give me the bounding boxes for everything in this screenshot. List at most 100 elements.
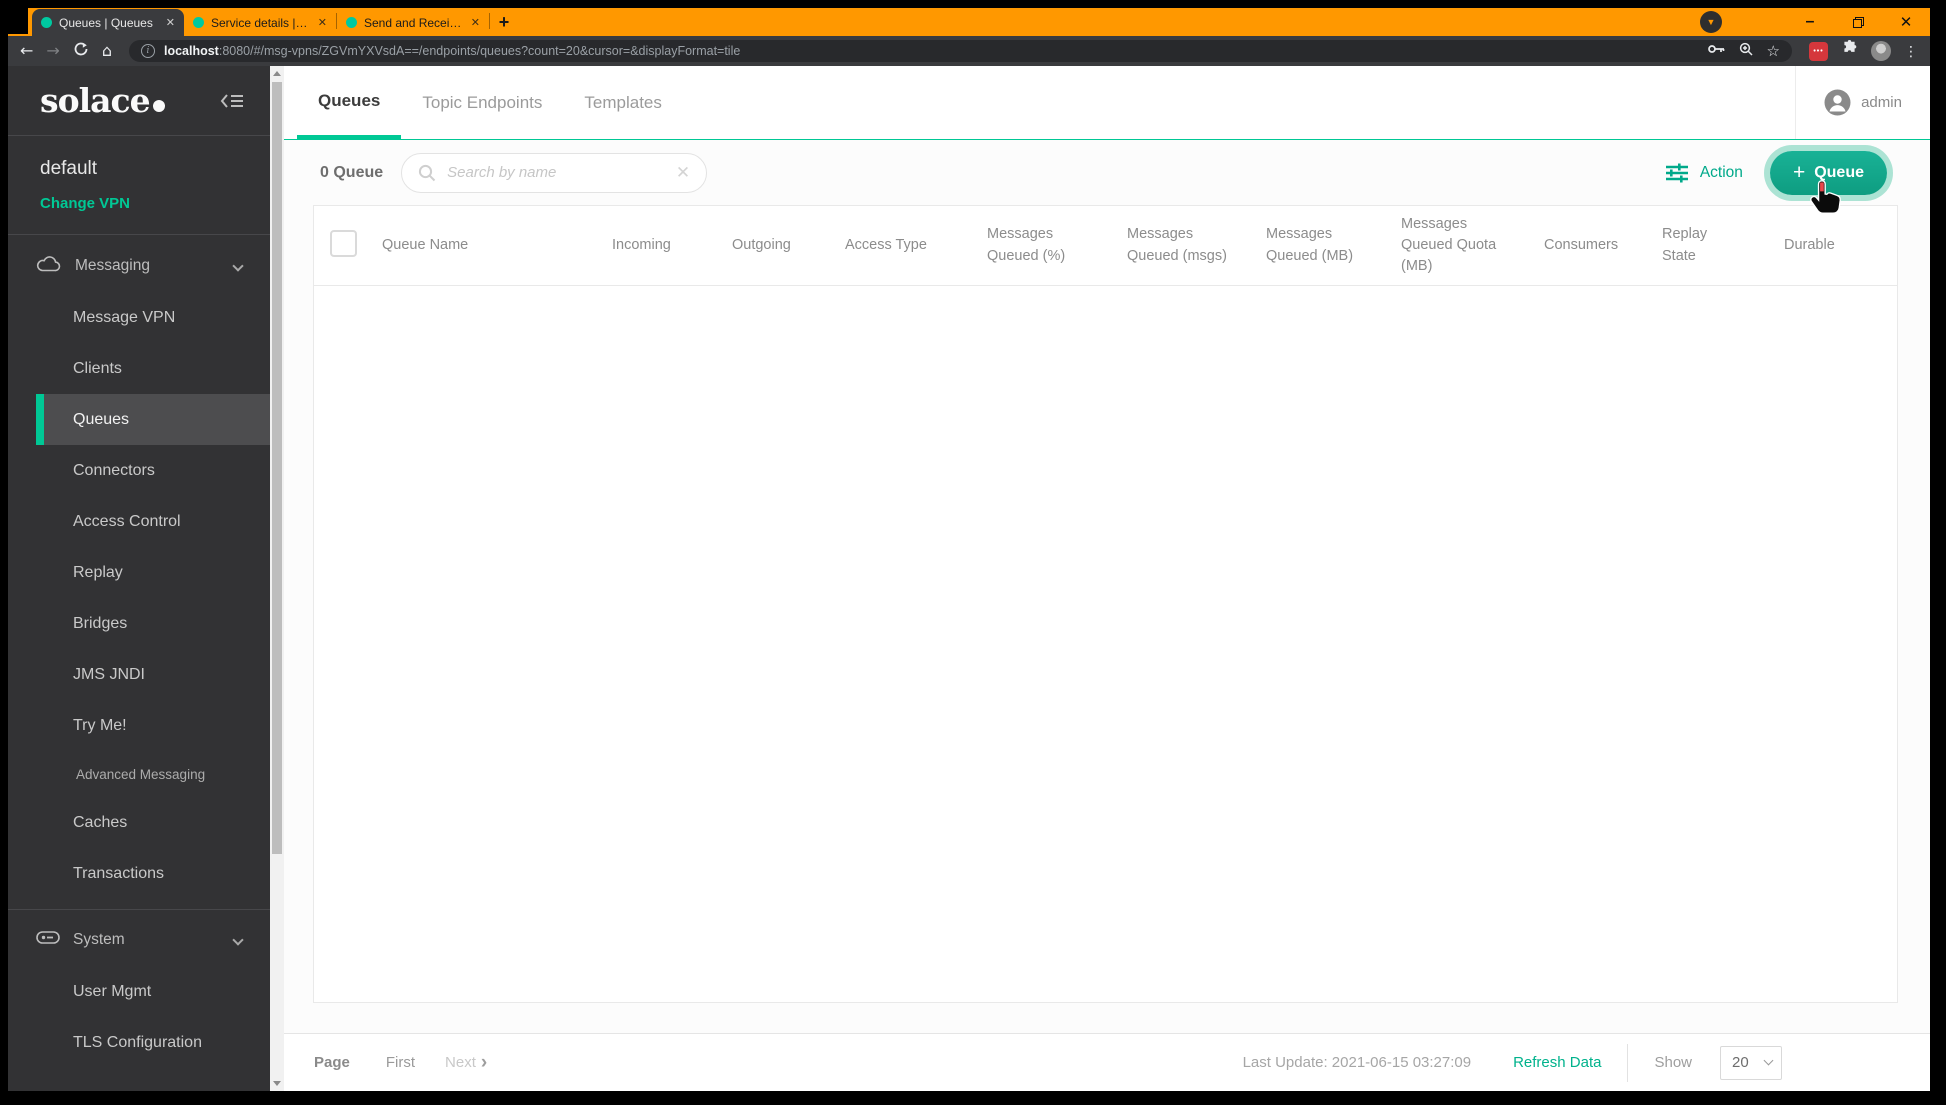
minimize-button[interactable]: – bbox=[1786, 8, 1834, 36]
refresh-data-link[interactable]: Refresh Data bbox=[1513, 1054, 1601, 1071]
tab-close-icon[interactable]: ✕ bbox=[318, 16, 327, 29]
close-button[interactable]: ✕ bbox=[1882, 8, 1930, 36]
sidebar: solace default Change VPN Messaging Messa… bbox=[8, 66, 270, 1091]
column-header[interactable]: Incoming bbox=[612, 235, 732, 256]
password-key-icon[interactable] bbox=[1707, 42, 1725, 60]
address-bar[interactable]: i localhost:8080/#/msg-vpns/ZGVmYXVsdA==… bbox=[128, 40, 1792, 62]
column-header[interactable]: Durable bbox=[1784, 235, 1897, 256]
window-corner bbox=[0, 0, 28, 34]
sidebar-item-jms-jndi[interactable]: JMS JNDI bbox=[8, 649, 270, 700]
column-header[interactable]: Replay State bbox=[1662, 224, 1784, 266]
last-update-text: Last Update: 2021-06-15 03:27:09 bbox=[1242, 1054, 1472, 1071]
scrollbar-thumb[interactable] bbox=[272, 82, 282, 854]
site-info-icon[interactable]: i bbox=[140, 44, 155, 58]
add-queue-button[interactable]: + Queue bbox=[1769, 150, 1887, 195]
page-tabs: Queues Topic Endpoints Templates bbox=[284, 66, 683, 139]
page-size-select[interactable]: 20 bbox=[1720, 1045, 1782, 1080]
sidebar-item-clients[interactable]: Clients bbox=[8, 343, 270, 394]
queues-table: Queue Name Incoming Outgoing Access Type Mes… bbox=[313, 205, 1898, 1003]
extensions-puzzle-icon[interactable] bbox=[1841, 40, 1858, 62]
sidebar-item-bridges[interactable]: Bridges bbox=[8, 598, 270, 649]
column-header[interactable]: Access Type bbox=[845, 235, 987, 256]
scrollbar-up-icon[interactable] bbox=[270, 66, 284, 81]
sidebar-section-messaging[interactable]: Messaging bbox=[8, 240, 270, 292]
sidebar-item-replay[interactable]: Replay bbox=[8, 547, 270, 598]
chevron-down-icon bbox=[232, 931, 244, 949]
sidebar-item-caches[interactable]: Caches bbox=[8, 797, 270, 848]
sidebar-item-connectors[interactable]: Connectors bbox=[8, 445, 270, 496]
first-page-button[interactable]: First bbox=[386, 1054, 415, 1071]
browser-tab[interactable]: Send and Receive | Try Me!✕ bbox=[337, 9, 489, 36]
column-header[interactable]: Consumers bbox=[1544, 235, 1662, 256]
tab-templates[interactable]: Templates bbox=[563, 66, 682, 139]
refresh-icon[interactable] bbox=[73, 41, 89, 62]
browser-tab[interactable]: Service details | PubSub+ Cloud✕ bbox=[184, 9, 336, 36]
queue-toolbar: 0 Queue Search by name ✕ Action + Queue bbox=[284, 140, 1930, 205]
browser-window: Queues | Queues✕Service details | PubSub… bbox=[0, 0, 1946, 1105]
titlebar-profile-button[interactable]: ▼ bbox=[1700, 11, 1722, 33]
scrollbar-down-icon[interactable] bbox=[270, 1076, 284, 1091]
home-icon[interactable]: ⌂ bbox=[102, 43, 112, 59]
tab-favicon-icon bbox=[41, 17, 52, 28]
tab-close-icon[interactable]: ✕ bbox=[166, 16, 175, 29]
forward-icon[interactable]: → bbox=[46, 43, 59, 59]
change-vpn-link[interactable]: Change VPN bbox=[40, 195, 238, 212]
user-name: admin bbox=[1861, 94, 1902, 111]
sidebar-item-transactions[interactable]: Transactions bbox=[8, 848, 270, 899]
sidebar-section-system[interactable]: System bbox=[8, 914, 270, 966]
sidebar-item-try-me[interactable]: Try Me! bbox=[8, 700, 270, 751]
solace-logo: solace bbox=[40, 81, 165, 120]
tab-queues[interactable]: Queues bbox=[297, 66, 402, 139]
table-header-row: Queue Name Incoming Outgoing Access Type Mes… bbox=[314, 206, 1897, 286]
column-header[interactable]: Messages Queued (%) bbox=[987, 224, 1127, 266]
chevron-down-icon bbox=[1763, 1055, 1774, 1066]
action-button[interactable]: Action bbox=[1665, 163, 1743, 183]
column-header[interactable]: Queue Name bbox=[382, 235, 612, 256]
sidebar-item-advanced-messaging[interactable]: Advanced Messaging bbox=[8, 751, 270, 797]
cloud-icon bbox=[36, 255, 62, 277]
search-placeholder: Search by name bbox=[447, 164, 557, 181]
search-icon bbox=[419, 164, 436, 181]
back-icon[interactable]: ← bbox=[20, 43, 33, 59]
logo-dot-icon bbox=[152, 100, 165, 112]
sidebar-collapse-icon[interactable] bbox=[220, 92, 244, 110]
browser-tab[interactable]: Queues | Queues ✕ bbox=[32, 9, 184, 36]
column-header[interactable]: Messages Queued (MB) bbox=[1266, 224, 1401, 266]
browser-titlebar: Queues | Queues✕Service details | PubSub… bbox=[0, 0, 1930, 36]
queue-count: 0 Queue bbox=[320, 163, 384, 181]
restore-icon bbox=[1852, 16, 1864, 28]
tab-strip: Queues | Queues✕Service details | PubSub… bbox=[32, 8, 489, 36]
tab-close-icon[interactable]: ✕ bbox=[471, 16, 480, 29]
sidebar-scrollbar[interactable] bbox=[270, 66, 284, 1091]
sidebar-item-tls-configuration[interactable]: TLS Configuration bbox=[8, 1017, 270, 1068]
zoom-icon[interactable] bbox=[1739, 42, 1753, 61]
search-input[interactable]: Search by name ✕ bbox=[401, 152, 708, 193]
bookmark-star-icon[interactable]: ☆ bbox=[1767, 43, 1780, 59]
column-header[interactable]: Outgoing bbox=[732, 235, 845, 256]
sidebar-item-message-vpn[interactable]: Message VPN bbox=[8, 292, 270, 343]
column-header[interactable]: Messages Queued (msgs) bbox=[1127, 224, 1266, 266]
chevron-down-icon bbox=[232, 257, 244, 275]
pagination-footer: Page First Next › Last Update: 2021-06-15… bbox=[284, 1033, 1930, 1091]
column-header[interactable]: Messages Queued Quota (MB) bbox=[1401, 214, 1544, 277]
new-tab-button[interactable]: + bbox=[490, 9, 518, 36]
select-all-checkbox[interactable] bbox=[330, 230, 357, 257]
restore-button[interactable] bbox=[1834, 8, 1882, 36]
system-icon bbox=[36, 931, 60, 949]
tab-topic-endpoints[interactable]: Topic Endpoints bbox=[401, 66, 563, 139]
sidebar-item-access-control[interactable]: Access Control bbox=[8, 496, 270, 547]
sidebar-item-user-mgmt[interactable]: User Mgmt bbox=[8, 966, 270, 1017]
browser-menu-icon[interactable]: ⋮ bbox=[1904, 43, 1918, 60]
user-menu[interactable]: admin bbox=[1795, 66, 1930, 139]
extension-red-icon[interactable]: ••• bbox=[1809, 41, 1828, 61]
page-label: Page bbox=[314, 1054, 350, 1071]
search-clear-icon[interactable]: ✕ bbox=[676, 163, 690, 183]
browser-profile-avatar[interactable] bbox=[1871, 41, 1891, 61]
table-body bbox=[314, 286, 1897, 1002]
sidebar-item-queues[interactable]: Queues bbox=[36, 394, 270, 445]
plus-icon: + bbox=[1792, 160, 1806, 184]
menu-divider bbox=[8, 909, 270, 910]
next-page-button[interactable]: Next › bbox=[445, 1053, 487, 1072]
browser-toolbar: ← → ⌂ i localhost:8080/#/msg-vpns/ZGVmYX… bbox=[8, 36, 1930, 66]
url-text[interactable]: localhost:8080/#/msg-vpns/ZGVmYXVsdA==/e… bbox=[164, 44, 740, 58]
